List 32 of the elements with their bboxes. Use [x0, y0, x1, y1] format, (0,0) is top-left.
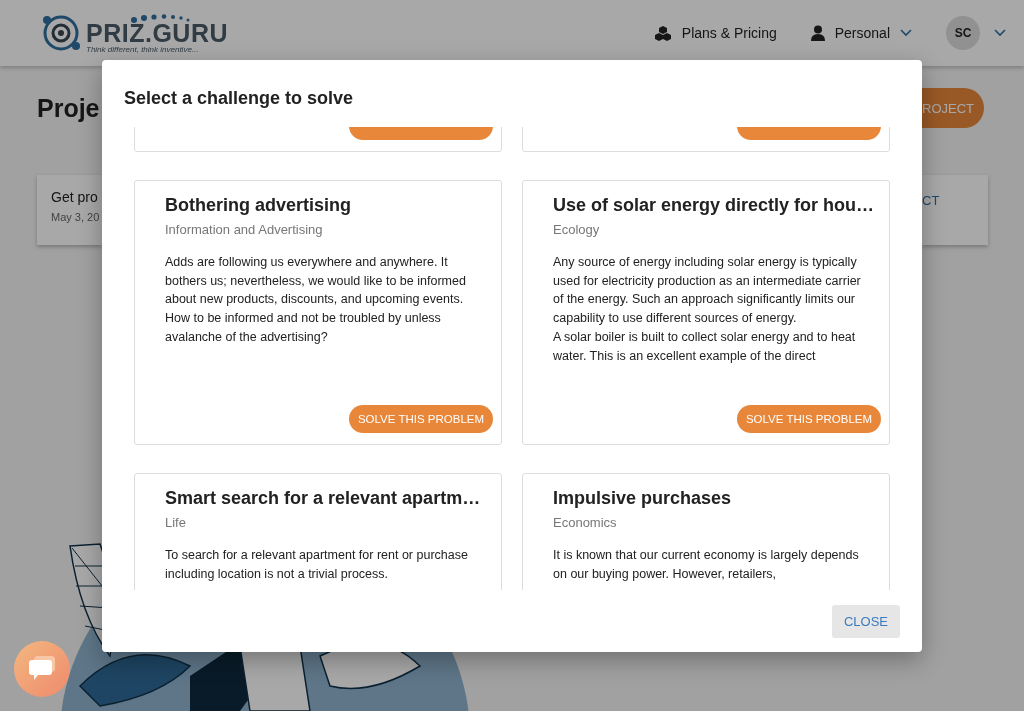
- challenge-title: Impulsive purchases: [553, 488, 733, 509]
- page-title: Proje: [37, 93, 100, 123]
- account-menu-button[interactable]: Personal: [810, 25, 912, 41]
- project-link[interactable]: CT: [922, 193, 940, 208]
- challenge-category: Economics: [553, 515, 618, 530]
- challenge-title: Bothering advertising: [165, 195, 353, 216]
- challenge-category: Information and Advertising: [165, 222, 324, 237]
- solve-button[interactable]: SOLVE THIS PROBLEM: [349, 405, 493, 433]
- challenge-title: Smart search for a relevant apartm…: [165, 488, 482, 509]
- logo-dots-icon: [130, 12, 192, 23]
- chat-button[interactable]: [14, 641, 70, 697]
- solve-button[interactable]: SOLVE THIS PROBLEM: [737, 405, 881, 433]
- project-date: May 3, 20: [51, 211, 101, 223]
- avatar-button[interactable]: SC: [946, 16, 980, 50]
- challenge-description: Adds are following us everywhere and anywhere. It bothers us; nevertheless, we would like to be informed about new products, discounts, and upcoming events. How to be informed and not be troubled by unless avalanche of the advertising?: [165, 254, 467, 346]
- plans-link[interactable]: Plans & Pricing: [653, 25, 777, 41]
- challenge-title: Use of solar energy directly for hou…: [553, 195, 876, 216]
- close-button[interactable]: CLOSE: [832, 604, 900, 638]
- person-icon: [810, 25, 825, 41]
- challenge-description: To search for a relevant apartment for rent or purchase including location is not a trivial process.: [165, 547, 469, 583]
- new-project-button[interactable]: ROJECT: [922, 88, 984, 128]
- challenge-category: Ecology: [553, 222, 601, 237]
- challenge-description: Any source of energy including solar energy is typically used for electricity production as an intermediate carrier of the energy. Such an approach significantly limits our capability to use different sources of energy. A solar boiler is built to collect solar energy and to heat water. This is an excellent example of the direct: [553, 254, 862, 365]
- project-name: Get pro: [51, 189, 99, 205]
- chevron-down-icon: [994, 29, 1006, 37]
- challenge-description: It is known that our current economy is largely depends on our buying power. However, retailers,: [553, 547, 860, 583]
- dialog-title: Select a challenge to solve: [123, 87, 355, 110]
- cubes-icon: [653, 25, 672, 41]
- logo-tagline: Think different, think inventive...: [86, 44, 200, 54]
- logo-text: PRIZ.GURU: [86, 20, 228, 45]
- challenge-category: Life: [165, 515, 187, 530]
- chevron-down-icon: [900, 29, 912, 37]
